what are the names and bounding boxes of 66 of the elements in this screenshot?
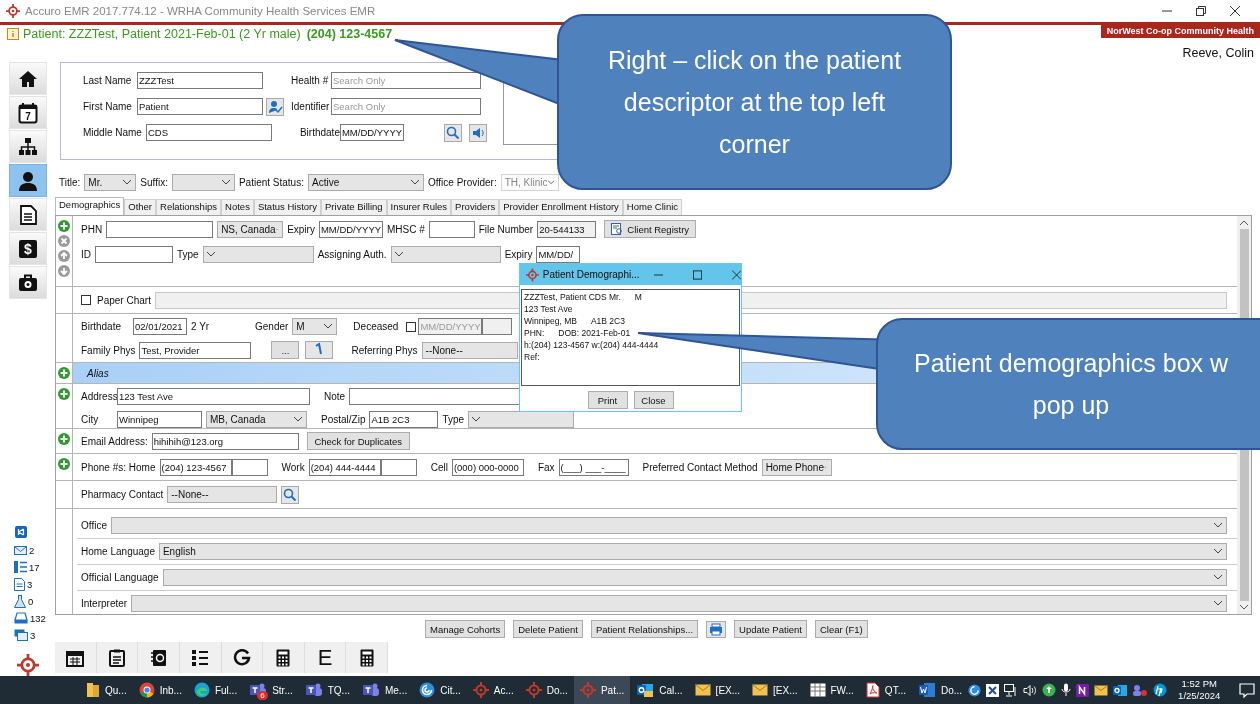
field-label: Gender [254,321,290,332]
field-label: Title: [58,176,82,188]
count-label: 2 [29,544,35,556]
field-label: Type [441,414,466,425]
field-label: Expiry [286,223,316,235]
clinic-badge: NorWest Co-op Community Health [1100,25,1260,38]
demographics-text: DOB: 2021-Feb-01 [558,328,631,340]
field-label: Note [323,391,347,402]
field-label: Pharmacy Contact [80,489,165,500]
field-label: Interpreter [80,598,129,609]
demographics-text: A1B 2C3 [590,316,625,328]
callout-tooltip: Patient demographics box w pop up [876,318,1260,450]
field-label: PHN [80,223,104,235]
window-title: Accuro EMR 2017.774.12 - WRHA Community Health Services EMR [25,5,376,17]
field-label: Family Phys [80,344,137,356]
field-label: Patient Status: [237,176,305,188]
field-label: Deceased [352,321,400,332]
field-label: Middle Name [82,127,143,138]
demographics-text: 123 Test Ave [524,304,573,316]
field-label: City [80,414,100,425]
field-label: File Number [477,223,535,235]
patient-phone: (204) 123-4567 [306,27,393,41]
popup-title: Patient Demographi... [542,269,640,280]
calendar-icon: 7 [18,101,38,124]
callout-tooltip: Right – click on the patient descriptor at the top left corner [557,14,952,190]
field-label: Postal/Zip [320,414,367,425]
field-label: MHSC # [385,223,426,235]
field-label: Fax [536,461,556,473]
count-label: 3 [27,578,33,590]
demographics-text: ZZZTest, Patient CDS Mr. [524,292,621,304]
field-label: Home Language [80,546,156,557]
field-label: Last Name [82,75,133,86]
field-label: Identifier [290,101,331,112]
field-label: Health # [290,75,330,86]
field-label: Suffix: [139,176,169,188]
demographics-text: M [634,292,642,304]
field-label: Work [280,461,306,473]
field-label: Cell [429,461,449,473]
count-label: 0 [28,595,34,607]
field-label: Preferred Contact Method [641,461,759,473]
age-label: 2 Yr [190,321,211,332]
count-label: 3 [30,629,36,641]
field-label: Paper Chart [96,294,152,306]
field-label: Office [80,520,108,531]
field-label: ID [80,249,92,260]
demographics-text: h:(204) 123-4567 w:(204) 444-4444 [524,340,659,352]
field-label: Email Address: [80,435,149,447]
demographics-text: PHN: [524,328,545,340]
field-label: Office Provider: [426,176,498,188]
field-label: Official Language [80,572,160,583]
user-name: Reeve, Colin [1182,46,1254,60]
field-label: First Name [82,101,133,112]
count-label: 132 [30,612,46,624]
demographics-text: Ref: [524,352,540,364]
field-label: Referring Phys [350,344,419,356]
dollar-icon: $ [18,238,38,259]
field-label: Assigning Auth. [316,249,388,260]
notification-badge: 6 [257,691,268,700]
count-label: 17 [29,561,40,573]
field-label: Type [176,249,200,260]
field-label: Phone #s: Home [80,461,157,473]
field-label: Address [80,391,117,402]
field-label: Expiry [503,249,534,260]
field-label: Birthdate [298,127,340,138]
field-label: Birthdate [80,321,123,332]
demographics-text: Winnipeg, MB [524,316,577,328]
